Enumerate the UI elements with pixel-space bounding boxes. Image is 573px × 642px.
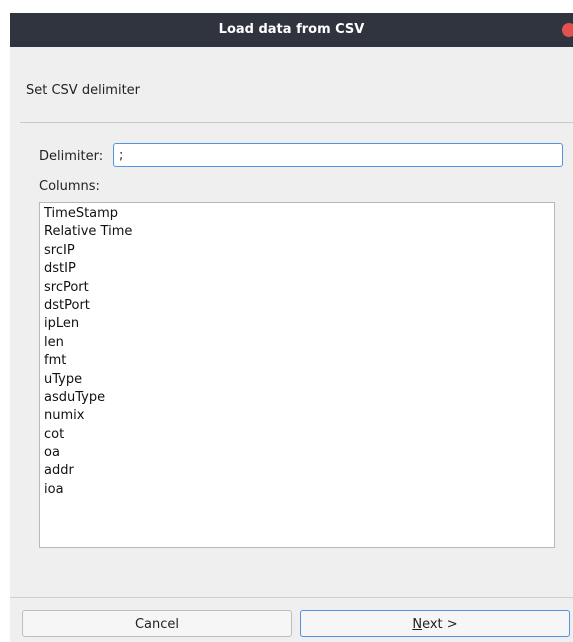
column-item[interactable]: dstPort [40, 297, 554, 315]
column-item[interactable]: asduType [40, 389, 554, 407]
column-item[interactable]: len [40, 334, 554, 352]
close-icon[interactable] [562, 23, 573, 37]
next-button[interactable]: Next > [300, 610, 570, 637]
column-item[interactable]: srcPort [40, 279, 554, 297]
footer-divider [10, 597, 573, 598]
column-item[interactable]: Relative Time [40, 223, 554, 241]
columns-list[interactable]: TimeStamp Relative Time srcIP dstIP srcPort d… [39, 202, 555, 548]
delimiter-label: Delimiter: [39, 149, 104, 164]
page-header: Set CSV delimiter [26, 83, 141, 98]
window-title: Load data from CSV [218, 22, 365, 37]
screen: Load data from CSV Set CSV delimiter Del… [0, 0, 573, 642]
next-button-label: ext > [422, 617, 458, 632]
next-button-mnemonic: N [412, 617, 423, 632]
column-item[interactable]: ipLen [40, 315, 554, 333]
column-item[interactable]: numix [40, 407, 554, 425]
columns-label: Columns: [39, 179, 100, 194]
column-item[interactable]: ioa [40, 481, 554, 499]
delimiter-input[interactable] [113, 143, 563, 167]
column-item[interactable]: cot [40, 426, 554, 444]
title-bar[interactable]: Load data from CSV [10, 13, 573, 47]
column-item[interactable]: TimeStamp [40, 205, 554, 223]
column-item[interactable]: uType [40, 371, 554, 389]
header-divider [20, 122, 573, 123]
column-item[interactable]: oa [40, 444, 554, 462]
column-item[interactable]: srcIP [40, 242, 554, 260]
column-item[interactable]: fmt [40, 352, 554, 370]
column-item[interactable]: addr [40, 462, 554, 480]
cancel-button[interactable]: Cancel [22, 610, 292, 637]
csv-import-dialog: Load data from CSV Set CSV delimiter Del… [10, 13, 573, 642]
column-item[interactable]: dstIP [40, 260, 554, 278]
